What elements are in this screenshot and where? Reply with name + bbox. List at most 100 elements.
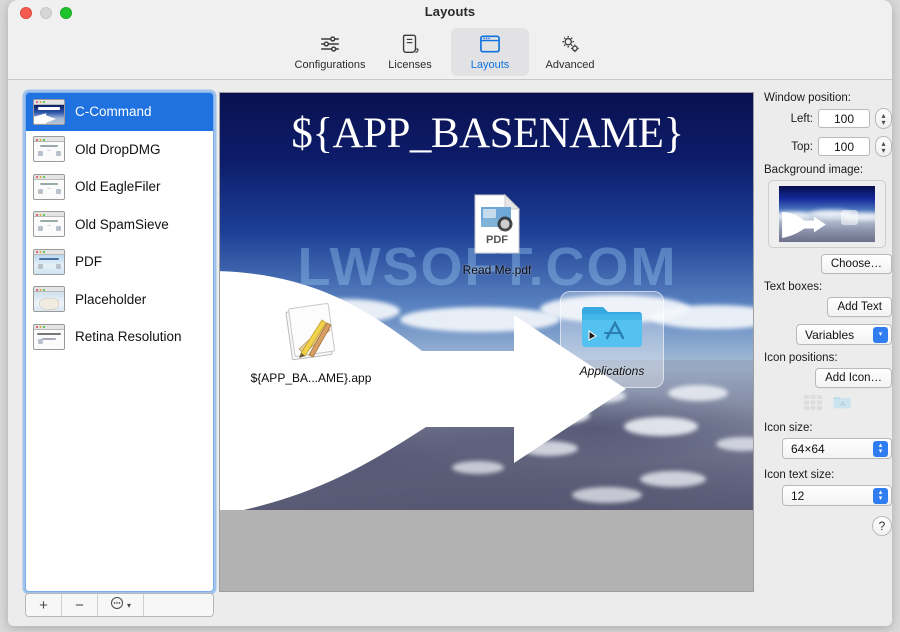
layout-thumbnail-icon — [33, 98, 65, 125]
icon-text-size-select[interactable]: 12 ▴ ▾ — [782, 485, 892, 506]
layout-thumbnail-icon — [33, 211, 65, 238]
list-item-label: Old SpamSieve — [75, 216, 169, 232]
ellipsis-circle-icon — [110, 596, 124, 614]
minus-icon: − — [75, 596, 84, 614]
chevron-down-icon: ▾ — [126, 600, 131, 610]
list-item[interactable]: Old DropDMG — [26, 131, 213, 169]
icon-text-size-value: 12 — [791, 488, 805, 503]
list-item[interactable]: PDF — [26, 243, 213, 281]
layouts-list[interactable]: C-Command Old DropDMG Old EagleFiler — [25, 92, 214, 592]
tab-advanced[interactable]: Advanced — [531, 28, 609, 76]
layout-thumbnail-icon — [33, 323, 65, 350]
choose-row: Choose… — [764, 254, 892, 274]
banner-text-box[interactable]: ${APP_BASENAME} — [220, 109, 753, 158]
choose-background-button[interactable]: Choose… — [820, 254, 892, 274]
icon-applications[interactable]: Applications — [560, 291, 664, 388]
icon-text-size-label: Icon text size: — [764, 469, 835, 481]
icon-kind-indicators — [764, 395, 892, 414]
add-icon-button[interactable]: Add Icon… — [815, 368, 892, 388]
plus-icon: + — [39, 596, 48, 614]
stepper-chevrons-icon: ▴ ▾ — [873, 440, 888, 457]
icon-label: Applications — [579, 364, 645, 378]
tab-layouts[interactable]: Layouts — [451, 28, 529, 76]
list-item-label: Old DropDMG — [75, 141, 161, 157]
add-icon-row: Add Icon… — [764, 368, 892, 388]
top-input[interactable]: 100 — [818, 137, 870, 156]
list-item[interactable]: Placeholder — [26, 281, 213, 319]
help-row: ? — [764, 516, 892, 536]
top-label: Top: — [791, 140, 813, 153]
list-item-label: PDF — [75, 254, 102, 270]
app-document-icon — [279, 303, 343, 368]
layout-thumbnail-icon — [33, 173, 65, 200]
top-position-row: Top: 100 ▴ ▾ — [764, 136, 892, 157]
window-titlebar: Layouts — [8, 0, 892, 26]
text-boxes-label: Text boxes: — [764, 281, 823, 293]
tab-licenses[interactable]: Licenses — [371, 28, 449, 76]
icon-size-label: Icon size: — [764, 422, 813, 434]
variables-label: Variables — [805, 327, 855, 342]
grid-icon — [804, 395, 822, 414]
window-icon — [479, 32, 501, 56]
left-label: Left: — [790, 112, 813, 125]
background-image-well[interactable] — [768, 180, 886, 248]
preferences-toolbar: Configurations Licenses Layouts Advanced — [8, 26, 892, 80]
variables-popup-button[interactable]: Variables ▾ — [796, 324, 892, 345]
icon-size-row: 64×64 ▴ ▾ — [764, 438, 892, 459]
tab-label: Licenses — [388, 59, 432, 71]
remove-layout-button[interactable]: − — [62, 594, 98, 616]
applications-folder-icon — [577, 300, 647, 361]
tab-label: Configurations — [294, 59, 366, 71]
layout-thumbnail-icon — [33, 136, 65, 163]
chevron-down-icon: ▾ — [873, 326, 888, 343]
preferences-window: Layouts Configurations Licenses Layouts … — [8, 0, 892, 626]
add-layout-button[interactable]: + — [26, 594, 62, 616]
background-image-label: Background image: — [764, 164, 864, 176]
canvas-empty-area — [220, 510, 753, 591]
layout-thumbnail-icon — [33, 286, 65, 313]
icon-readme-pdf[interactable]: PDF Read Me.pdf — [432, 193, 562, 277]
layout-preview-canvas[interactable]: LWSOFT.COM ${APP_BASENAME} PDF Read Me.p… — [219, 92, 754, 592]
layout-inspector: Window position: Left: 100 ▴ ▾ Top: 100 ▴… — [764, 92, 892, 612]
toolbar-filler — [144, 594, 213, 616]
layout-action-menu-button[interactable]: ▾ — [98, 594, 144, 616]
add-text-button[interactable]: Add Text — [827, 297, 892, 317]
icon-label: ${APP_BA...AME}.app — [250, 371, 372, 385]
tab-configurations[interactable]: Configurations — [291, 28, 369, 76]
sliders-icon — [319, 32, 341, 56]
layout-thumbnail-icon — [33, 248, 65, 275]
applications-folder-icon — [832, 395, 852, 414]
top-stepper[interactable]: ▴ ▾ — [875, 136, 892, 157]
icon-label: Read Me.pdf — [462, 263, 532, 277]
document-scroll-icon — [400, 32, 420, 56]
list-item[interactable]: Retina Resolution — [26, 318, 213, 356]
add-text-row: Add Text — [764, 297, 892, 317]
left-stepper[interactable]: ▴ ▾ — [875, 108, 892, 129]
tab-label: Advanced — [545, 59, 595, 71]
background-thumbnail — [779, 186, 875, 242]
list-item[interactable]: Old SpamSieve — [26, 206, 213, 244]
list-item[interactable]: Old EagleFiler — [26, 168, 213, 206]
icon-size-value: 64×64 — [791, 441, 825, 456]
window-title: Layouts — [424, 4, 476, 19]
window-position-label: Window position: — [764, 92, 851, 104]
icon-size-select[interactable]: 64×64 ▴ ▾ — [782, 438, 892, 459]
list-toolbar: + − ▾ — [25, 593, 214, 617]
background-image: LWSOFT.COM ${APP_BASENAME} PDF Read Me.p… — [220, 93, 753, 510]
help-button[interactable]: ? — [872, 516, 892, 536]
list-item-label: Retina Resolution — [75, 329, 182, 345]
tab-label: Layouts — [470, 59, 510, 71]
list-item-label: C-Command — [75, 104, 152, 120]
left-input[interactable]: 100 — [818, 109, 870, 128]
pdf-document-icon: PDF — [472, 193, 522, 260]
preferences-content: C-Command Old DropDMG Old EagleFiler — [8, 80, 892, 626]
list-item[interactable]: C-Command — [26, 93, 213, 131]
list-item-label: Placeholder — [75, 291, 147, 307]
svg-text:PDF: PDF — [486, 234, 508, 246]
icon-text-size-row: 12 ▴ ▾ — [764, 485, 892, 506]
icon-app-bundle[interactable]: ${APP_BA...AME}.app — [246, 303, 376, 385]
left-position-row: Left: 100 ▴ ▾ — [764, 108, 892, 129]
stepper-chevrons-icon: ▴ ▾ — [873, 487, 888, 504]
gears-icon — [559, 32, 582, 56]
list-item-label: Old EagleFiler — [75, 179, 161, 195]
